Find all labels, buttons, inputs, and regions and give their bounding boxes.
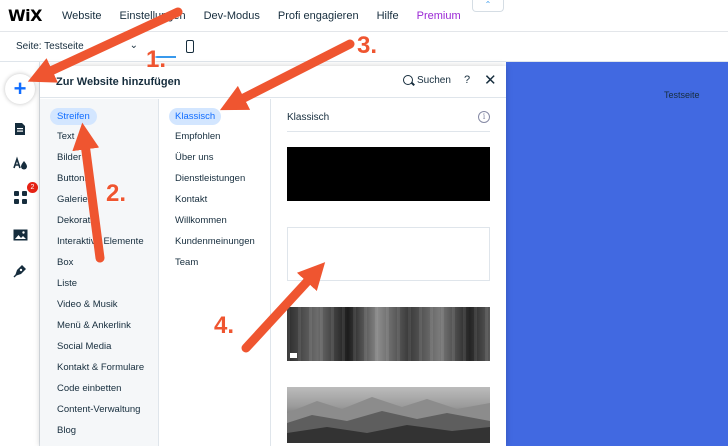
category-box[interactable]: Box — [57, 257, 73, 268]
strip-preview-mountains[interactable] — [287, 387, 490, 443]
subcategory-contact[interactable]: Kontakt — [175, 194, 207, 205]
category-images[interactable]: Bilder — [57, 152, 81, 163]
blog-button[interactable] — [9, 260, 31, 282]
search-button[interactable]: Suchen — [417, 75, 451, 86]
category-interactive[interactable]: Interaktive Elemente — [57, 236, 144, 247]
chevron-down-icon: ⌄ — [129, 40, 138, 51]
subcategory-welcome[interactable]: Willkommen — [175, 215, 227, 226]
strip-preview-black[interactable] — [287, 147, 490, 201]
strip-preview-forest[interactable] — [287, 307, 490, 361]
category-buttons[interactable]: Buttons — [57, 173, 89, 184]
category-contact-forms[interactable]: Kontakt & Formulare — [57, 362, 144, 373]
search-icon[interactable] — [403, 75, 413, 85]
add-elements-panel: Zur Website hinzufügen Suchen ? ✕ Streif… — [40, 66, 506, 446]
category-video-music[interactable]: Video & Musik — [57, 299, 118, 310]
subcategory-classic[interactable]: Klassisch — [169, 108, 222, 125]
image-icon — [13, 229, 27, 241]
strip-previews: Klassisch i — [271, 99, 506, 446]
subcategory-testimonials[interactable]: Kundenmeinungen — [175, 236, 255, 247]
subcategory-about[interactable]: Über uns — [175, 152, 214, 163]
category-embed-code[interactable]: Code einbetten — [57, 383, 121, 394]
category-text[interactable]: Text — [57, 131, 74, 142]
strip-preview-white[interactable] — [287, 227, 490, 281]
panel-title: Zur Website hinzufügen — [56, 76, 181, 88]
subcategory-list: Klassisch Empfohlen Über uns Dienstleist… — [159, 99, 271, 446]
left-rail: + 2 — [0, 62, 40, 446]
add-elements-button[interactable]: + — [5, 74, 35, 104]
apps-grid-icon — [13, 190, 27, 204]
mountain-image — [287, 397, 490, 443]
annotation-label-1: 1. — [146, 46, 167, 73]
category-content-manager[interactable]: Content-Verwaltung — [57, 404, 140, 415]
subcategory-team[interactable]: Team — [175, 257, 198, 268]
canvas-page-name: Testseite — [664, 90, 700, 100]
paint-drop-icon — [13, 156, 27, 170]
page-icon — [15, 123, 25, 135]
video-icon — [290, 353, 297, 358]
section-divider — [287, 131, 490, 132]
category-decorative[interactable]: Dekorativ — [57, 215, 97, 226]
category-list: Streifen Text Bilder Buttons Galerien De… — [40, 99, 159, 446]
nav-premium[interactable]: Premium — [417, 10, 461, 22]
top-bar: WiX Website Einstellungen Dev-Modus Prof… — [0, 0, 728, 32]
category-menu-anchor[interactable]: Menü & Ankerlink — [57, 320, 131, 331]
subcategory-services[interactable]: Dienstleistungen — [175, 173, 245, 184]
chevron-up-icon: ⌃ — [484, 0, 492, 9]
plus-icon: + — [13, 76, 27, 101]
category-blog[interactable]: Blog — [57, 425, 76, 436]
pen-nib-icon — [13, 265, 26, 278]
section-title: Klassisch — [287, 112, 330, 123]
info-icon[interactable]: i — [478, 111, 490, 123]
category-list[interactable]: Liste — [57, 278, 77, 289]
annotation-label-2: 2. — [106, 180, 127, 207]
subcategory-recommended[interactable]: Empfohlen — [175, 131, 220, 142]
annotation-label-3: 3. — [357, 32, 378, 59]
design-button[interactable] — [9, 152, 31, 174]
collapse-topbar-button[interactable]: ⌃ — [472, 0, 504, 12]
page-select-dropdown[interactable]: Seite: Testseite ⌄ — [16, 40, 138, 52]
nav-help[interactable]: Hilfe — [377, 10, 399, 22]
media-button[interactable] — [9, 224, 31, 246]
top-nav: Website Einstellungen Dev-Modus Profi en… — [62, 10, 479, 22]
nav-website[interactable]: Website — [62, 10, 102, 22]
apps-notification-badge: 2 — [27, 182, 38, 193]
annotation-label-4: 4. — [214, 312, 235, 339]
wix-logo[interactable]: WiX — [8, 6, 58, 25]
nav-dev-mode[interactable]: Dev-Modus — [204, 10, 260, 22]
category-streifen[interactable]: Streifen — [50, 108, 97, 125]
pages-button[interactable] — [9, 118, 31, 140]
category-social-media[interactable]: Social Media — [57, 341, 111, 352]
help-icon[interactable]: ? — [464, 74, 470, 86]
website-canvas[interactable] — [506, 62, 728, 446]
page-select-label: Seite: Testseite — [16, 41, 84, 52]
close-icon[interactable]: ✕ — [484, 71, 497, 89]
nav-settings[interactable]: Einstellungen — [120, 10, 186, 22]
mobile-view-icon[interactable] — [186, 40, 194, 53]
category-galleries[interactable]: Galerien — [57, 194, 93, 205]
nav-hire-pro[interactable]: Profi engagieren — [278, 10, 359, 22]
panel-header: Zur Website hinzufügen Suchen ? ✕ — [40, 66, 506, 98]
